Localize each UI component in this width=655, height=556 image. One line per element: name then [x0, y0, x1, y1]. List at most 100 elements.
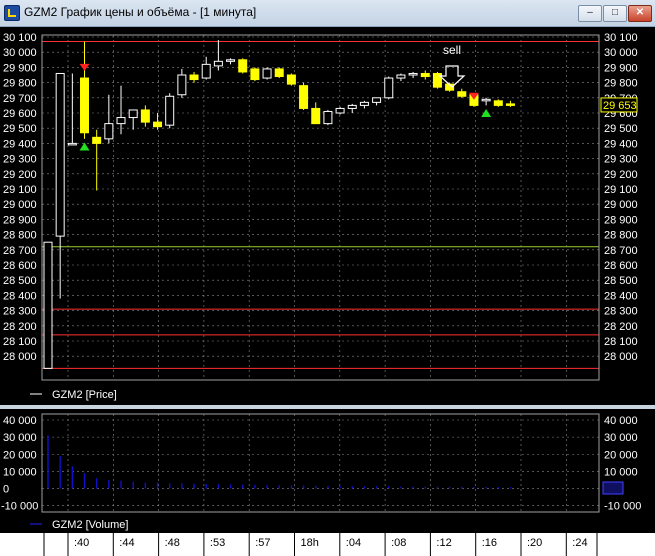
candle[interactable]	[274, 68, 284, 78]
time-axis[interactable]: :40:44:48:53:57 18h:04:08:12:16:20:24	[0, 533, 655, 556]
price-tick-label-left: 29 900	[3, 62, 37, 74]
candle[interactable]	[457, 91, 467, 97]
volume-chart[interactable]: 40 000 40 000 30 000 30 000 20 000 20 000 10 0…	[0, 409, 655, 533]
candle[interactable]	[262, 68, 272, 79]
price-tick-label-right: 28 400	[604, 290, 638, 302]
minimize-button[interactable]: ‒	[578, 5, 602, 22]
price-tick-label-left: 28 800	[3, 230, 37, 242]
candle[interactable]	[226, 59, 236, 62]
candle[interactable]	[505, 103, 515, 106]
time-tick-label: :44	[119, 537, 134, 549]
price-chart[interactable]: 30 100 30 100 30 000 30 000 29 900 29 900 29 8…	[0, 27, 655, 405]
volume-tick-label-right: 10 000	[604, 466, 638, 478]
candle[interactable]	[408, 72, 418, 76]
candle[interactable]	[55, 72, 65, 237]
price-tick-label-right: 29 200	[604, 169, 638, 181]
time-tick-label: :04	[346, 537, 361, 549]
current-volume-marker	[602, 481, 624, 495]
price-tick-label-left: 29 200	[3, 169, 37, 181]
volume-tick-label-left: 30 000	[3, 432, 37, 444]
candle[interactable]	[189, 74, 199, 81]
time-tick-label: 18h	[301, 537, 319, 549]
time-tick-label: :24	[572, 537, 587, 549]
price-tick-label-right: 29 400	[604, 138, 638, 150]
price-tick-label-left: 28 000	[3, 351, 37, 363]
price-tick-label-right: 29 100	[604, 184, 638, 196]
candle[interactable]	[153, 121, 163, 128]
candle[interactable]	[43, 241, 53, 369]
volume-chart-pane[interactable]: 40 000 40 000 30 000 30 000 20 000 20 000 10 0…	[0, 409, 655, 533]
candle[interactable]	[201, 63, 211, 79]
window-title: GZM2 График цены и объёма - [1 минута]	[24, 5, 257, 19]
volume-tick-label-right: -10 000	[604, 501, 641, 513]
price-tick-label-left: 28 300	[3, 306, 37, 318]
candle[interactable]	[335, 107, 345, 114]
candle[interactable]	[420, 72, 430, 78]
price-tick-label-right: 28 200	[604, 321, 638, 333]
candle[interactable]	[165, 95, 175, 126]
price-tick-label-left: 29 500	[3, 123, 37, 135]
candle[interactable]	[116, 117, 126, 125]
time-tick-label: :12	[436, 537, 451, 549]
price-tick-label-left: 29 300	[3, 154, 37, 166]
candle[interactable]	[104, 123, 114, 140]
price-tick-label-right: 29 900	[604, 62, 638, 74]
candle[interactable]	[396, 74, 406, 79]
price-chart-pane[interactable]: 30 100 30 100 30 000 30 000 29 900 29 900 29 8…	[0, 27, 655, 405]
price-tick-label-left: 28 100	[3, 336, 37, 348]
sell-annotation: sell	[438, 43, 466, 88]
price-tick-label-right: 28 700	[604, 245, 638, 257]
price-tick-label-right: 28 900	[604, 214, 638, 226]
time-tick-label: :08	[391, 537, 406, 549]
time-tick-label: :40	[74, 537, 89, 549]
time-tick-label: :20	[527, 537, 542, 549]
candle[interactable]	[92, 136, 102, 144]
candle[interactable]	[359, 101, 369, 106]
candle[interactable]	[481, 98, 491, 102]
price-legend: GZM2 [Price]	[52, 389, 117, 401]
price-tick-label-right: 29 300	[604, 154, 638, 166]
candle[interactable]	[286, 74, 296, 85]
candle[interactable]	[128, 109, 138, 119]
time-axis-scale[interactable]: :40:44:48:53:57 18h:04:08:12:16:20:24	[0, 533, 655, 556]
candle[interactable]	[250, 68, 260, 81]
candle[interactable]	[299, 85, 309, 109]
candle[interactable]	[80, 77, 90, 134]
current-price-marker: 29 653	[600, 97, 638, 113]
close-button[interactable]: ✕	[628, 5, 652, 22]
price-tick-label-left: 28 900	[3, 214, 37, 226]
price-tick-label-left: 28 200	[3, 321, 37, 333]
price-tick-label-left: 28 700	[3, 245, 37, 257]
volume-tick-label-right: 30 000	[604, 432, 638, 444]
price-tick-label-right: 28 800	[604, 230, 638, 242]
candle[interactable]	[493, 100, 503, 106]
volume-tick-label-left: -10 000	[1, 501, 38, 513]
candle[interactable]	[323, 110, 333, 125]
candle[interactable]	[372, 97, 382, 103]
candle[interactable]	[67, 142, 77, 146]
price-tick-label-right: 28 100	[604, 336, 638, 348]
candle[interactable]	[177, 74, 187, 96]
price-tick-label-left: 29 000	[3, 199, 37, 211]
price-tick-label-right: 28 000	[604, 351, 638, 363]
price-tick-label-left: 29 800	[3, 78, 37, 90]
candle[interactable]	[384, 77, 394, 99]
volume-tick-label-right: 20 000	[604, 449, 638, 461]
app-icon	[4, 5, 20, 21]
volume-tick-label-right: 40 000	[604, 415, 638, 427]
price-tick-label-left: 30 000	[3, 47, 37, 59]
candle[interactable]	[311, 107, 321, 125]
price-tick-label-left: 29 600	[3, 108, 37, 120]
candle[interactable]	[347, 104, 357, 109]
candle[interactable]	[213, 60, 223, 67]
candle[interactable]	[140, 109, 150, 123]
volume-tick-label-left: 10 000	[3, 466, 37, 478]
volume-tick-label-left: 0	[3, 484, 9, 496]
price-tick-label-right: 28 300	[604, 306, 638, 318]
candle[interactable]	[238, 59, 248, 73]
maximize-button[interactable]: □	[603, 5, 627, 22]
price-tick-label-left: 28 500	[3, 275, 37, 287]
current-price-label: 29 653	[603, 100, 637, 112]
price-tick-label-right: 28 500	[604, 275, 638, 287]
volume-tick-label-left: 40 000	[3, 415, 37, 427]
